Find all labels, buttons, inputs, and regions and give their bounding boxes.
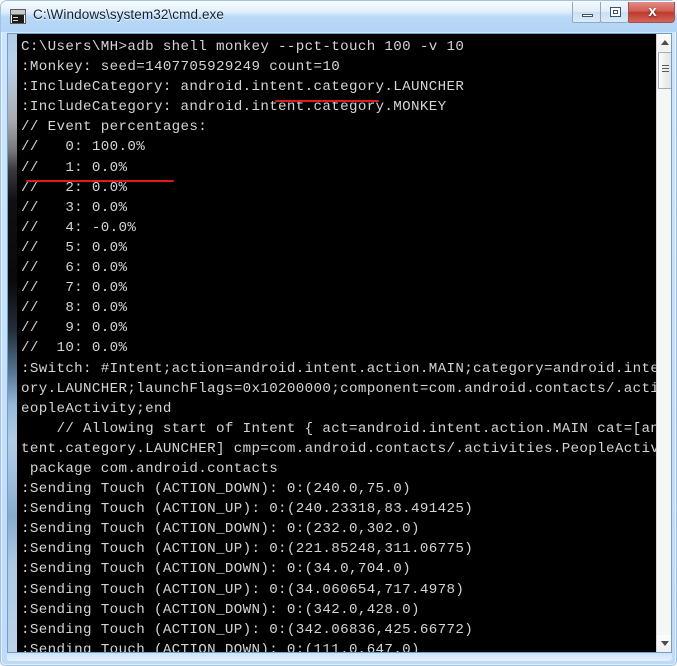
console-line: :Sending Touch (ACTION_DOWN): 0:(232.0,3… [21, 521, 420, 538]
console-line: :Monkey: seed=1407705929249 count=10 [21, 59, 341, 76]
console-line: eopleActivity;end [21, 400, 172, 417]
console-line: :Sending Touch (ACTION_DOWN): 0:(240.0,7… [21, 481, 412, 498]
console-line: // 4: -0.0% [21, 219, 137, 236]
console-line: package com.android.contacts [21, 460, 279, 477]
console-vertical-scrollbar[interactable] [656, 34, 671, 652]
scrollbar-track[interactable] [657, 51, 671, 652]
console-line: :Sending Touch (ACTION_UP): 0:(240.23318… [21, 501, 474, 518]
console-line: // 0: 100.0% [21, 139, 146, 156]
console-line: :Sending Touch (ACTION_UP): 0:(342.06836… [21, 621, 474, 638]
console-line: :Sending Touch (ACTION_DOWN): 0:(34.0,70… [21, 561, 412, 578]
console-line: :Sending Touch (ACTION_UP): 0:(221.85248… [21, 541, 474, 558]
cmd-window: C:\Windows\system32\cmd.exe x C:\Users\M… [0, 0, 677, 666]
console-client-area[interactable]: C:\Users\MH>adb shell monkey --pct-touch… [7, 33, 672, 653]
terminal-text: C:\Users\MH>adb shell monkey --pct-touch… [21, 37, 672, 652]
console-line: tent.category.LAUNCHER] cmp=com.android.… [21, 440, 672, 457]
cmd-console-icon [10, 9, 26, 24]
console-line: // Allowing start of Intent { act=androi… [21, 420, 672, 437]
underline-pct-touch-flag [275, 100, 379, 102]
underline-touch-percentage [26, 180, 174, 182]
scrollbar-grip-icon [662, 65, 669, 74]
console-line: C:\Users\MH>adb shell monkey --pct-touch… [21, 39, 465, 55]
window-titlebar[interactable]: C:\Windows\system32\cmd.exe x [1, 1, 677, 32]
console-line: // Event percentages: [21, 119, 208, 136]
console-line: // 9: 0.0% [21, 320, 128, 337]
scroll-down-button[interactable] [657, 635, 671, 652]
minimize-icon [582, 14, 593, 17]
maximize-button[interactable] [600, 2, 629, 23]
console-line: :Sending Touch (ACTION_DOWN): 0:(342.0,4… [21, 601, 420, 618]
scroll-down-arrow-icon [661, 641, 669, 646]
scrollbar-thumb[interactable] [658, 52, 671, 89]
maximize-icon [610, 7, 621, 17]
console-line: // 1: 0.0% [21, 159, 128, 176]
close-icon: x [648, 3, 657, 20]
console-line: // 7: 0.0% [21, 280, 128, 297]
console-output-surface: C:\Users\MH>adb shell monkey --pct-touch… [8, 34, 672, 652]
console-line: // 6: 0.0% [21, 260, 128, 277]
minimize-button[interactable] [572, 2, 601, 23]
close-button[interactable]: x [628, 2, 675, 23]
console-line: // 5: 0.0% [21, 239, 128, 256]
window-bottom-edge [7, 653, 672, 661]
console-line: // 3: 0.0% [21, 199, 128, 216]
scroll-up-arrow-icon [661, 40, 669, 45]
window-title: C:\Windows\system32\cmd.exe [33, 7, 225, 22]
console-line: // 10: 0.0% [21, 340, 128, 357]
console-line: :IncludeCategory: android.intent.categor… [21, 79, 465, 96]
console-line: :Switch: #Intent;action=android.intent.a… [21, 360, 672, 377]
left-edge-artifact [8, 34, 17, 652]
console-line: ory.LAUNCHER;launchFlags=0x10200000;comp… [21, 380, 672, 397]
console-line: :Sending Touch (ACTION_DOWN): 0:(111.0,6… [21, 641, 420, 652]
console-line: :Sending Touch (ACTION_UP): 0:(34.060654… [21, 581, 465, 598]
window-controls: x [572, 2, 675, 24]
console-line: // 8: 0.0% [21, 300, 128, 317]
scroll-up-button[interactable] [657, 34, 671, 51]
